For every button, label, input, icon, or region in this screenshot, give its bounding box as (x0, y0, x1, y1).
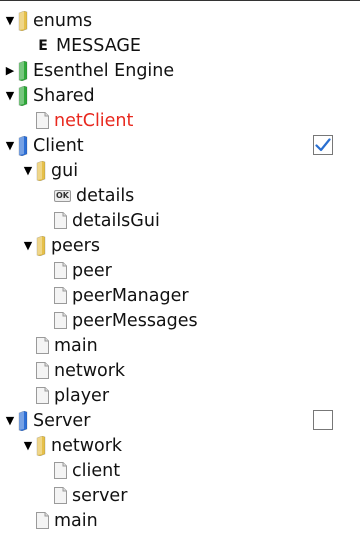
expand-arrow-icon[interactable]: ▼ (22, 440, 34, 452)
tree-item-network[interactable]: network (0, 358, 360, 383)
project-tree: ▼ enums E MESSAGE ▶ Esenthel Engine ▼ Shared net… (0, 8, 360, 533)
tree-item-client[interactable]: ▼ Client (0, 133, 360, 158)
tree-item-label: enums (33, 10, 93, 31)
tree-item-label: main (54, 510, 98, 531)
file-icon (54, 462, 67, 479)
tree-item-message[interactable]: E MESSAGE (0, 33, 360, 58)
tree-item-peers[interactable]: ▼ peers (0, 233, 360, 258)
tree-item-label: server (72, 485, 128, 506)
tree-item-enums[interactable]: ▼ enums (0, 8, 360, 33)
file-icon (36, 112, 49, 129)
tree-item-label: network (54, 360, 126, 381)
expand-arrow-icon[interactable]: ▼ (22, 240, 34, 252)
tree-item-label: details (76, 185, 135, 206)
include-checkbox[interactable] (313, 135, 333, 155)
top-border (0, 0, 360, 1)
expand-arrow-icon[interactable]: ▼ (4, 140, 16, 152)
tree-item-network[interactable]: ▼ network (0, 433, 360, 458)
tree-item-label: Client (33, 135, 84, 156)
expand-arrow-icon[interactable]: ▼ (4, 415, 16, 427)
tree-item-label: network (51, 435, 123, 456)
folder-yellow-icon (36, 235, 46, 256)
file-icon (54, 287, 67, 304)
tree-item-label: Esenthel Engine (33, 60, 175, 81)
tree-item-label: peers (51, 235, 100, 256)
folder-yellow-icon (18, 10, 28, 31)
enum-icon: E (38, 37, 48, 54)
tree-item-label: client (72, 460, 121, 481)
tree-item-main[interactable]: main (0, 508, 360, 533)
tree-item-label: Server (33, 410, 91, 431)
tree-item-client[interactable]: client (0, 458, 360, 483)
file-icon (54, 262, 67, 279)
tree-item-player[interactable]: player (0, 383, 360, 408)
tree-item-esenthel-engine[interactable]: ▶ Esenthel Engine (0, 58, 360, 83)
tree-item-peermanager[interactable]: peerManager (0, 283, 360, 308)
expand-arrow-icon[interactable]: ▼ (4, 90, 16, 102)
collapse-arrow-icon[interactable]: ▶ (4, 65, 16, 77)
tree-item-netclient[interactable]: netClient (0, 108, 360, 133)
folder-green-icon (18, 85, 28, 106)
tree-item-label: MESSAGE (56, 35, 141, 56)
tree-item-server[interactable]: server (0, 483, 360, 508)
checkmark-icon (315, 138, 331, 152)
tree-item-detailsgui[interactable]: detailsGui (0, 208, 360, 233)
folder-blue-icon (18, 135, 28, 156)
expand-arrow-icon[interactable]: ▼ (4, 15, 16, 27)
tree-item-label: netClient (54, 110, 134, 131)
tree-item-label: Shared (33, 85, 95, 106)
tree-item-shared[interactable]: ▼ Shared (0, 83, 360, 108)
tree-item-main[interactable]: main (0, 333, 360, 358)
file-icon (36, 512, 49, 529)
include-checkbox[interactable] (313, 410, 333, 430)
file-icon (54, 312, 67, 329)
folder-blue-icon (18, 410, 28, 431)
tree-item-peermessages[interactable]: peerMessages (0, 308, 360, 333)
file-icon (36, 362, 49, 379)
file-icon (36, 337, 49, 354)
tree-item-label: peerManager (72, 285, 189, 306)
ok-icon: OK (54, 189, 71, 202)
folder-yellow-icon (36, 435, 46, 456)
tree-item-gui[interactable]: ▼ gui (0, 158, 360, 183)
tree-item-label: player (54, 385, 110, 406)
file-icon (36, 387, 49, 404)
expand-arrow-icon[interactable]: ▼ (22, 165, 34, 177)
file-icon (54, 212, 67, 229)
folder-yellow-icon (36, 160, 46, 181)
tree-item-server[interactable]: ▼ Server (0, 408, 360, 433)
tree-item-details[interactable]: OK details (0, 183, 360, 208)
folder-green-icon (18, 60, 28, 81)
tree-item-label: peer (72, 260, 112, 281)
tree-item-peer[interactable]: peer (0, 258, 360, 283)
tree-item-label: gui (51, 160, 79, 181)
file-icon (54, 487, 67, 504)
tree-item-label: peerMessages (72, 310, 198, 331)
tree-item-label: detailsGui (72, 210, 160, 231)
tree-item-label: main (54, 335, 98, 356)
